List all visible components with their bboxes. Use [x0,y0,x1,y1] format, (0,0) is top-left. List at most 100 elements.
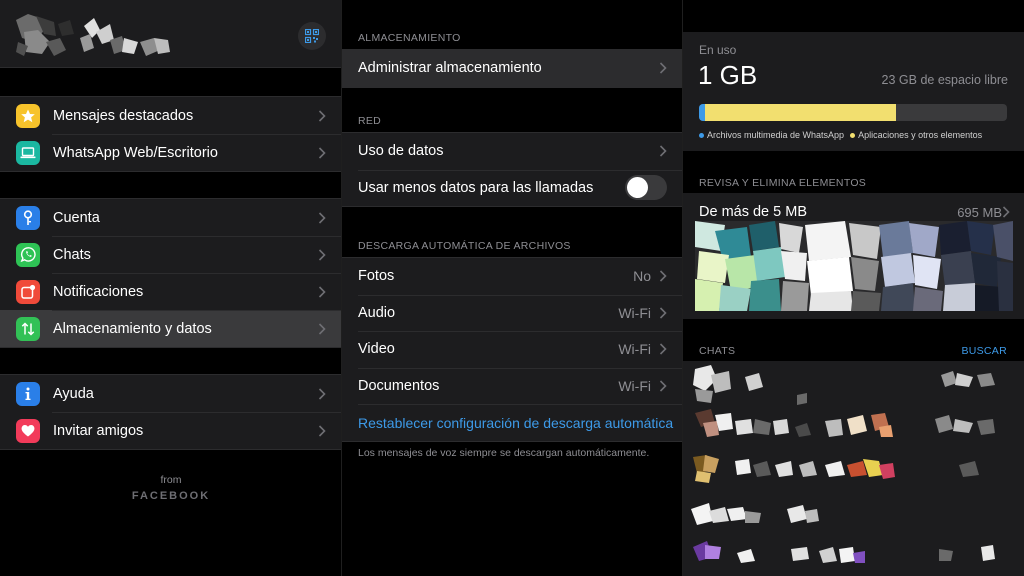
autodownload-audio-value: Wi-Fi [618,304,651,321]
large-files-card[interactable]: De más de 5 MB 695 MB [683,193,1024,319]
menu-group-settings: Cuenta Chats Notificaciones Almacenamien… [0,198,342,348]
free-space-label: 23 GB de espacio libre [881,73,1008,87]
reset-autodownload-item[interactable]: Restablecer configuración de descarga au… [342,404,683,441]
chats-storage-list[interactable] [683,361,1024,576]
blurred-profile [16,14,170,56]
chevron-right-icon [318,285,326,298]
legend-dot-yellow-icon [850,133,856,138]
heart-icon [16,418,40,443]
legend-apps-label: Aplicaciones y otros elementos [858,130,983,140]
autodownload-group: Fotos No Audio Wi-Fi Video Wi-Fi Documen… [342,257,683,442]
menu-item-label: WhatsApp Web/Escritorio [53,144,218,161]
chevron-right-icon [318,424,326,437]
section-title-storage: ALMACENAMIENTO [358,32,461,44]
autodownload-video-value: Wi-Fi [618,341,651,358]
menu-item-label: Notificaciones [53,283,144,300]
menu-item-label: Chats [53,246,91,263]
legend-dot-blue-icon [699,133,704,138]
menu-group-help: Ayuda Invitar amigos [0,374,342,450]
facebook-brand: FACEBOOK [131,490,211,502]
chats-section-title: CHATS [699,345,736,357]
autodownload-audio-item[interactable]: Audio Wi-Fi [342,294,683,332]
autodownload-video-label: Video [358,341,395,358]
notification-icon [16,279,40,304]
chevron-right-icon [318,146,326,159]
toggle-knob [627,177,648,199]
menu-item-help[interactable]: Ayuda [0,375,342,412]
chevron-right-icon [659,62,667,74]
storage-usage-bar [699,104,1007,121]
low-data-calls-label: Usar menos datos para las llamadas [358,179,594,196]
section-title-network: RED [358,115,382,127]
menu-item-notifications[interactable]: Notificaciones [0,273,342,310]
large-files-label: De más de 5 MB [699,204,807,220]
storage-data-panel: ALMACENAMIENTO Administrar almacenamient… [342,0,683,576]
usage-legend: Archivos multimedia de WhatsApp Aplicaci… [699,130,982,140]
menu-item-label: Ayuda [53,385,94,402]
menu-item-chats[interactable]: Chats [0,236,342,273]
menu-item-invite-friends[interactable]: Invitar amigos [0,412,342,449]
autodownload-documents-label: Documentos [358,378,440,395]
usage-bar-apps-segment [705,104,897,121]
menu-item-label: Mensajes destacados [53,107,194,124]
large-files-size: 695 MB [957,205,1002,220]
menu-item-storage-data[interactable]: Almacenamiento y datos [0,310,342,347]
from-facebook-footer: from FACEBOOK [0,474,342,502]
autodownload-video-item[interactable]: Video Wi-Fi [342,331,683,368]
autodownload-documents-item[interactable]: Documentos Wi-Fi [342,367,683,405]
data-usage-label: Uso de datos [358,143,444,160]
usage-value: 1 GB [698,60,758,90]
blurred-chat-list [691,365,995,563]
manage-storage-panel: En uso 1 GB 23 GB de espacio libre Archi… [683,0,1024,576]
section-title-autodownload: DESCARGA AUTOMÁTICA DE ARCHIVOS [358,240,571,252]
menu-item-starred-messages[interactable]: Mensajes destacados [0,97,342,134]
from-label: from [160,474,182,486]
data-arrows-icon [16,316,40,341]
data-usage-item[interactable]: Uso de datos [342,133,683,170]
voice-messages-footnote: Los mensajes de voz siempre se descargan… [358,447,650,459]
chevron-right-icon [318,387,326,400]
chevron-right-icon [1002,206,1010,218]
legend-whatsapp-label: Archivos multimedia de WhatsApp [707,130,845,140]
reset-autodownload-link[interactable]: Restablecer configuración de descarga au… [358,415,673,431]
settings-panel: Mensajes destacados WhatsApp Web/Escrito… [0,0,342,576]
chevron-right-icon [659,380,667,392]
autodownload-photos-item[interactable]: Fotos No [342,258,683,295]
storage-group: Administrar almacenamiento [342,49,683,88]
qr-code-button[interactable] [298,22,326,50]
autodownload-photos-label: Fotos [358,268,395,285]
chevron-right-icon [659,145,667,157]
chevron-right-icon [659,270,667,282]
chevron-right-icon [318,211,326,224]
key-icon [16,205,40,230]
autodownload-documents-value: Wi-Fi [618,378,651,395]
network-group: Uso de datos Usar menos datos para las l… [342,132,683,208]
menu-item-label: Almacenamiento y datos [53,320,212,337]
star-icon [16,103,40,128]
legend-item-whatsapp: Archivos multimedia de WhatsApp [699,130,844,140]
chevron-right-icon [318,109,326,122]
chevron-right-icon [659,307,667,319]
info-icon [16,381,40,406]
autodownload-audio-label: Audio [358,304,396,321]
menu-item-account[interactable]: Cuenta [0,199,342,236]
chevron-right-icon [318,322,326,335]
chats-search-button[interactable]: BUSCAR [961,345,1007,357]
blurred-media-thumbnails [695,221,1013,311]
whatsapp-icon [16,242,40,267]
manage-storage-label: Administrar almacenamiento [358,60,542,77]
laptop-icon [16,140,40,165]
low-data-calls-item: Usar menos datos para las llamadas [342,169,683,207]
menu-item-label: Invitar amigos [53,422,144,439]
qr-code-icon [305,29,319,43]
usage-label: En uso [699,43,737,57]
menu-group-favorites: Mensajes destacados WhatsApp Web/Escrito… [0,96,342,172]
storage-usage-card: En uso 1 GB 23 GB de espacio libre Archi… [683,32,1024,151]
low-data-calls-toggle[interactable] [625,175,667,201]
profile-header[interactable] [0,0,342,68]
manage-storage-item[interactable]: Administrar almacenamiento [342,50,683,87]
menu-item-whatsapp-web[interactable]: WhatsApp Web/Escritorio [0,134,342,171]
menu-item-label: Cuenta [53,209,100,226]
legend-item-apps: Aplicaciones y otros elementos [850,130,982,140]
autodownload-photos-value: No [633,268,651,285]
